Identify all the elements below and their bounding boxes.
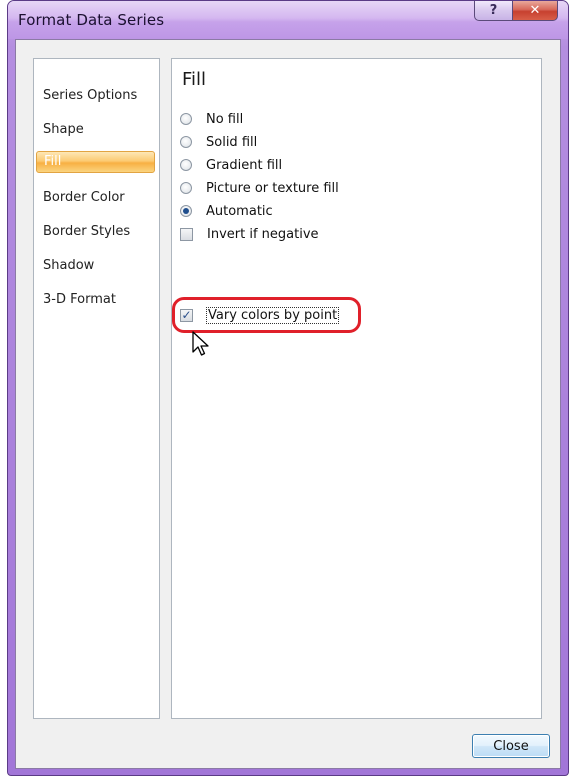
mouse-pointer-icon [192, 331, 209, 356]
radio-picture-or-texture-fill[interactable] [180, 182, 192, 194]
option-label: Gradient fill [206, 157, 283, 173]
help-icon: ? [489, 3, 498, 18]
option-label: Solid fill [206, 134, 258, 150]
nav-item-shape[interactable]: Shape [43, 119, 84, 141]
nav-item-border-styles[interactable]: Border Styles [43, 221, 130, 243]
option-solid-fill[interactable]: Solid fill [180, 132, 257, 152]
option-label: Automatic [206, 203, 273, 219]
close-icon: ✕ [529, 3, 541, 18]
panel-heading: Fill [182, 69, 207, 90]
option-picture-or-texture-fill[interactable]: Picture or texture fill [180, 178, 339, 198]
nav-item-shadow[interactable]: Shadow [43, 255, 94, 277]
close-button[interactable]: Close [472, 734, 550, 758]
option-no-fill[interactable]: No fill [180, 109, 243, 129]
checkbox-invert-if-negative[interactable] [180, 227, 193, 241]
dialog-title: Format Data Series [18, 11, 165, 29]
fill-panel: Fill No fill Solid fill Gradient fill Pi… [171, 58, 542, 719]
option-automatic[interactable]: Automatic [180, 201, 273, 221]
radio-solid-fill[interactable] [180, 136, 192, 148]
help-button[interactable]: ? [474, 1, 513, 21]
nav-item-3d-format[interactable]: 3-D Format [43, 289, 116, 311]
nav-item-fill[interactable]: Fill [36, 151, 155, 173]
option-label: Picture or texture fill [206, 180, 339, 196]
title-bar[interactable]: Format Data Series ? ✕ [8, 1, 568, 39]
option-label: Invert if negative [207, 226, 319, 242]
dialog-client-area: Series Options Shape Fill Border Color B… [15, 39, 561, 769]
format-data-series-dialog: Format Data Series ? ✕ Series Options Sh… [7, 0, 569, 776]
category-list: Series Options Shape Fill Border Color B… [33, 58, 160, 719]
option-invert-if-negative[interactable]: Invert if negative [180, 224, 319, 244]
option-label: Vary colors by point [205, 306, 340, 324]
nav-item-border-color[interactable]: Border Color [43, 187, 125, 209]
option-label: No fill [206, 111, 244, 127]
title-bar-buttons: ? ✕ [474, 1, 558, 25]
radio-automatic[interactable] [180, 205, 192, 217]
option-vary-colors-by-point[interactable]: ✓ Vary colors by point [180, 305, 340, 325]
option-gradient-fill[interactable]: Gradient fill [180, 155, 282, 175]
radio-no-fill[interactable] [180, 113, 192, 125]
checkbox-vary-colors-by-point[interactable]: ✓ [180, 308, 193, 322]
radio-gradient-fill[interactable] [180, 159, 192, 171]
window-close-button[interactable]: ✕ [513, 1, 558, 21]
nav-item-series-options[interactable]: Series Options [43, 85, 137, 107]
